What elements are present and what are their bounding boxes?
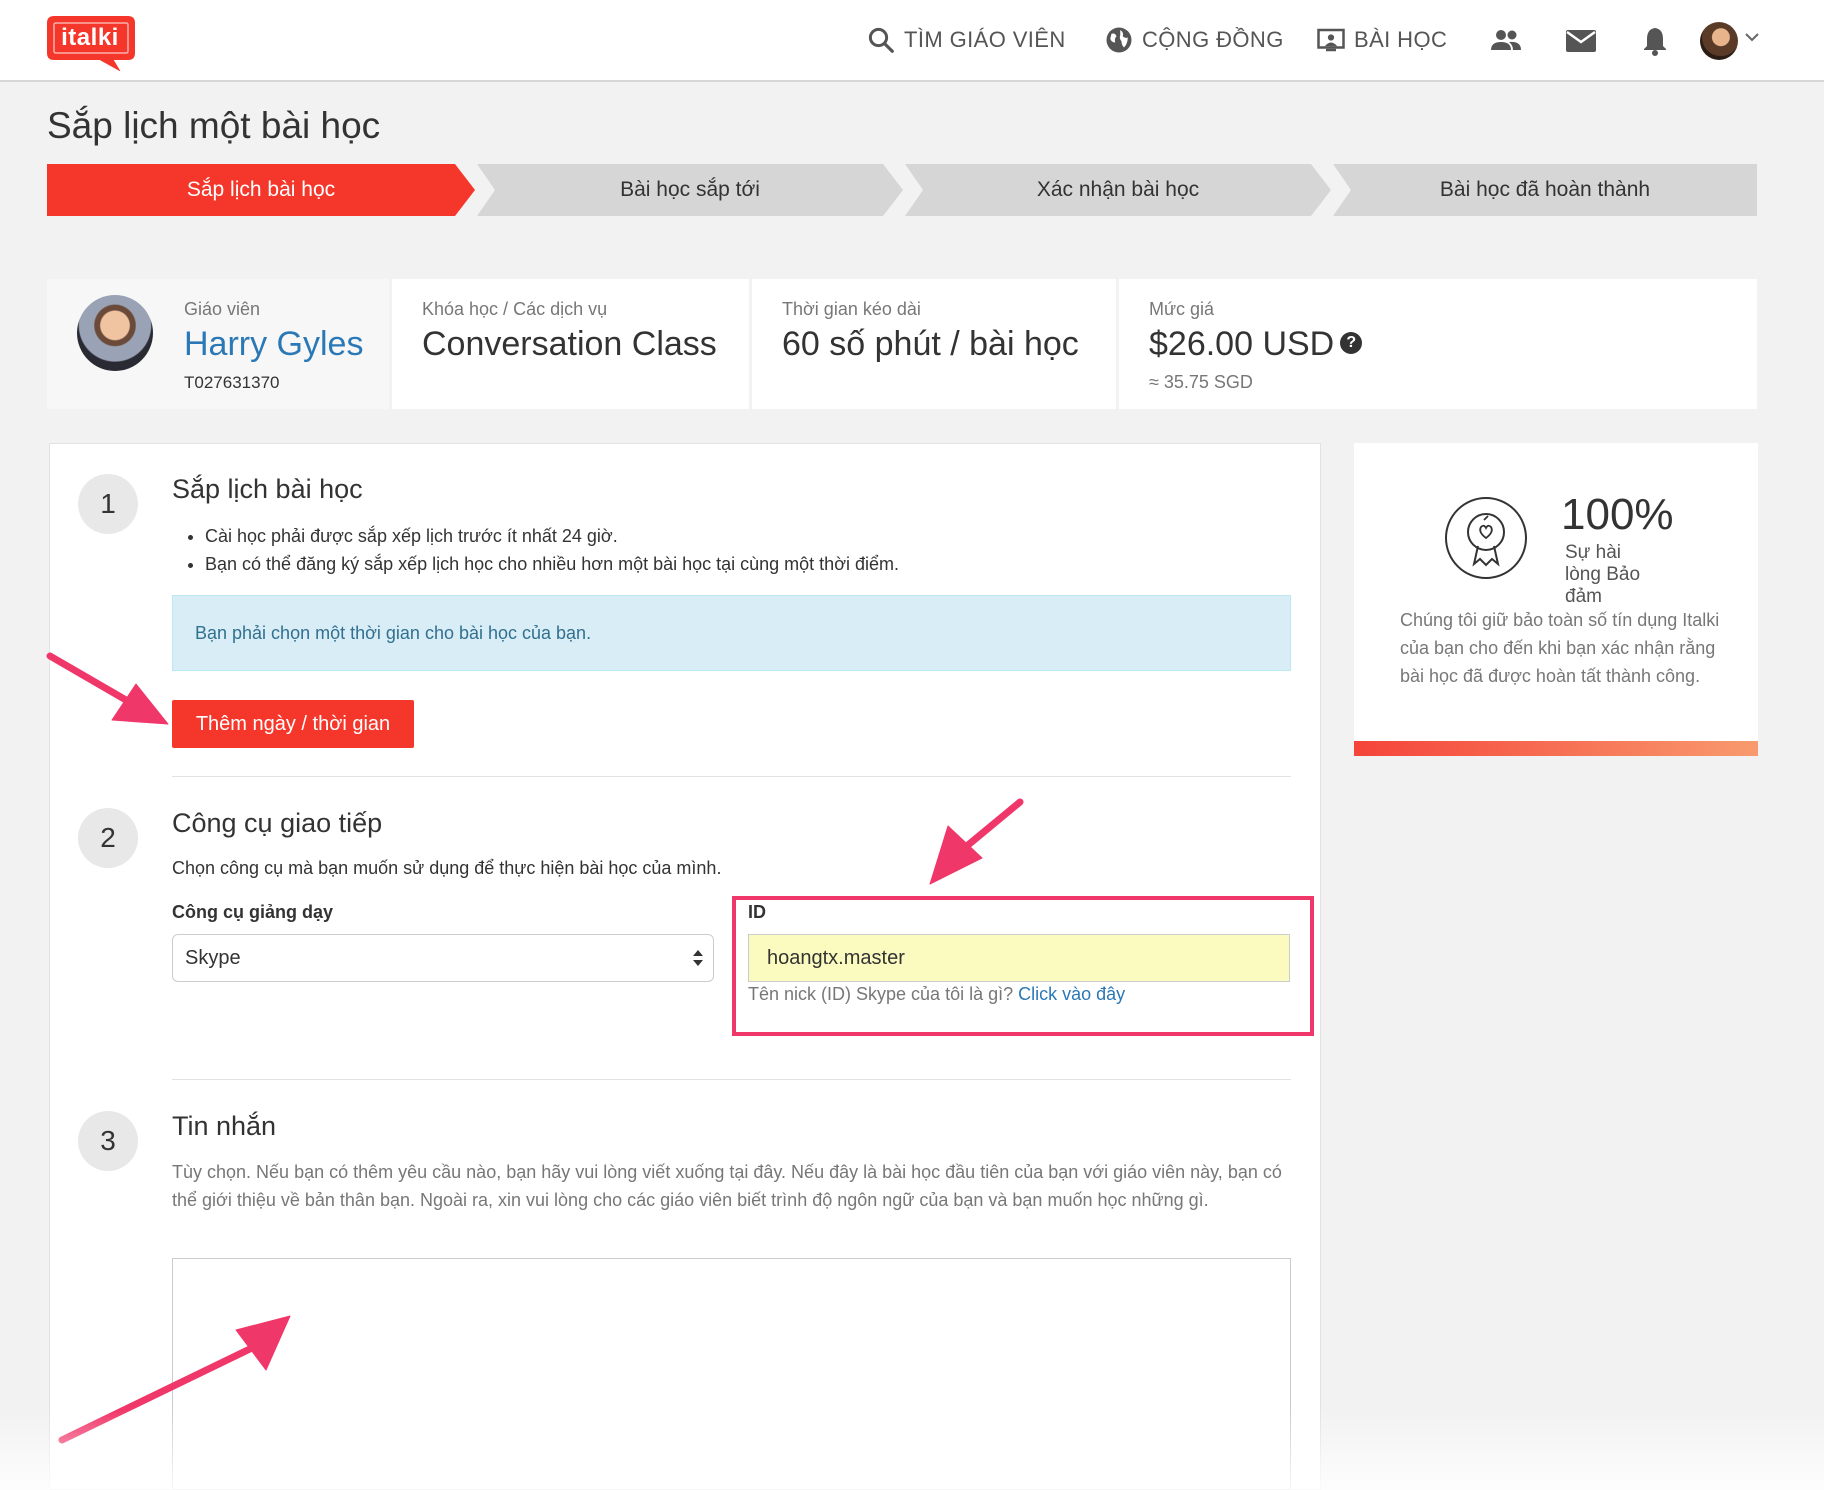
price-cell: Mức giá $26.00 USD? ≈ 35.75 SGD bbox=[1119, 279, 1757, 409]
step-completed: Bài học đã hoàn thành bbox=[1333, 164, 1757, 216]
step-schedule-label: Sắp lịch bài học bbox=[186, 178, 336, 201]
nav-community[interactable]: CỘNG ĐỒNG bbox=[1104, 22, 1284, 58]
teaching-tool-select[interactable]: Skype bbox=[172, 934, 714, 982]
guarantee-text: Chúng tôi giữ bảo toàn số tín dụng Italk… bbox=[1400, 610, 1720, 686]
top-navbar: italki TÌM GIÁO VIÊN CỘNG ĐỒNG BÀI HỌC bbox=[0, 0, 1824, 82]
message-textarea[interactable] bbox=[172, 1258, 1291, 1490]
duration-label: Thời gian kéo dài bbox=[782, 299, 921, 319]
skype-id-help: Tên nick (ID) Skype của tôi là gì? Click… bbox=[748, 984, 1125, 1005]
satisfaction-label: Sự hài lòng Bảo đảm bbox=[1565, 542, 1641, 607]
italki-logo[interactable]: italki bbox=[46, 15, 136, 71]
price-value-row: $26.00 USD? bbox=[1149, 325, 1363, 364]
course-label: Khóa học / Các dịch vụ bbox=[422, 299, 608, 319]
logo-text: italki bbox=[61, 24, 119, 51]
id-label: ID bbox=[748, 902, 766, 922]
step-confirm-label: Xác nhận bài học bbox=[1036, 178, 1200, 201]
people-icon[interactable] bbox=[1488, 24, 1524, 58]
section-title-communication: Công cụ giao tiếp bbox=[172, 808, 383, 838]
nav-lessons[interactable]: BÀI HỌC bbox=[1316, 22, 1447, 58]
avatar[interactable] bbox=[1700, 22, 1738, 60]
nav-community-label: CỘNG ĐỒNG bbox=[1142, 27, 1284, 52]
skype-id-help-text: Tên nick (ID) Skype của tôi là gì? bbox=[748, 984, 1014, 1004]
globe-icon bbox=[1106, 27, 1132, 53]
chevron-down-icon[interactable] bbox=[1743, 28, 1761, 46]
nav-lessons-label: BÀI HỌC bbox=[1354, 27, 1448, 52]
mail-icon[interactable] bbox=[1563, 24, 1599, 58]
step-number-3: 3 bbox=[78, 1111, 138, 1171]
guarantee-accent-bar bbox=[1354, 741, 1758, 756]
page-title: Sắp lịch một bài học bbox=[47, 105, 381, 146]
nav-find-teacher-label: TÌM GIÁO VIÊN bbox=[904, 27, 1066, 52]
rule-item: Bạn có thể đăng ký sắp xếp lịch học cho … bbox=[205, 550, 899, 578]
duration-cell: Thời gian kéo dài 60 số phút / bài học bbox=[752, 279, 1116, 409]
nav-find-teacher[interactable]: TÌM GIÁO VIÊN bbox=[866, 22, 1066, 58]
teacher-avatar[interactable] bbox=[77, 295, 153, 371]
click-here-link[interactable]: Click vào đây bbox=[1018, 984, 1125, 1004]
guarantee-card bbox=[1354, 443, 1758, 756]
price-value: $26.00 USD bbox=[1149, 325, 1335, 363]
step-number-1: 1 bbox=[78, 474, 138, 534]
rule-item: Cài học phải được sắp xếp lịch trước ít … bbox=[205, 522, 899, 550]
add-date-time-button[interactable]: Thêm ngày / thời gian bbox=[172, 700, 414, 748]
price-converted: ≈ 35.75 SGD bbox=[1149, 372, 1253, 392]
lesson-info-bar: Giáo viên Harry Gyles T027631370 Khóa họ… bbox=[47, 279, 1757, 409]
bell-icon[interactable] bbox=[1637, 24, 1673, 58]
course-cell: Khóa học / Các dịch vụ Conversation Clas… bbox=[392, 279, 749, 409]
teacher-label: Giáo viên bbox=[184, 299, 261, 319]
section-title-message: Tin nhắn bbox=[172, 1111, 277, 1141]
teacher-cell: Giáo viên Harry Gyles T027631370 bbox=[47, 279, 389, 409]
price-label: Mức giá bbox=[1149, 299, 1215, 319]
satisfaction-percent: 100% bbox=[1561, 490, 1674, 539]
section-divider bbox=[172, 1079, 1291, 1080]
communication-description: Chọn công cụ mà bạn muốn sử dụng để thực… bbox=[172, 858, 722, 878]
award-badge-icon bbox=[1445, 497, 1527, 579]
section-title-schedule: Sắp lịch bài học bbox=[172, 474, 363, 504]
step-upcoming-label: Bài học sắp tới bbox=[620, 178, 760, 201]
search-icon bbox=[868, 27, 894, 53]
teacher-name-link[interactable]: Harry Gyles bbox=[184, 325, 363, 364]
step-confirm: Xác nhận bài học bbox=[905, 164, 1331, 216]
screen-icon bbox=[1317, 28, 1345, 52]
skype-id-input[interactable]: hoangtx.master bbox=[748, 934, 1290, 982]
progress-steps: Sắp lịch bài học Bài học sắp tới Xác nhậ… bbox=[47, 164, 1757, 216]
teaching-tool-label: Công cụ giảng dạy bbox=[172, 902, 334, 922]
step-number-2: 2 bbox=[78, 808, 138, 868]
duration-value: 60 số phút / bài học bbox=[782, 325, 1079, 363]
course-value: Conversation Class bbox=[422, 325, 717, 363]
schedule-rules-list: Cài học phải được sắp xếp lịch trước ít … bbox=[205, 522, 899, 578]
step-upcoming: Bài học sắp tới bbox=[477, 164, 903, 216]
teacher-id: T027631370 bbox=[184, 373, 280, 392]
help-icon[interactable]: ? bbox=[1340, 332, 1363, 355]
step-completed-label: Bài học đã hoàn thành bbox=[1439, 178, 1651, 201]
select-arrows-icon bbox=[693, 950, 703, 966]
info-alert: Bạn phải chọn một thời gian cho bài học … bbox=[172, 595, 1291, 671]
section-divider bbox=[172, 776, 1291, 777]
message-description: Tùy chọn. Nếu bạn có thêm yêu cầu nào, b… bbox=[172, 1162, 1282, 1210]
teaching-tool-value: Skype bbox=[185, 947, 241, 969]
step-schedule: Sắp lịch bài học bbox=[47, 164, 475, 216]
